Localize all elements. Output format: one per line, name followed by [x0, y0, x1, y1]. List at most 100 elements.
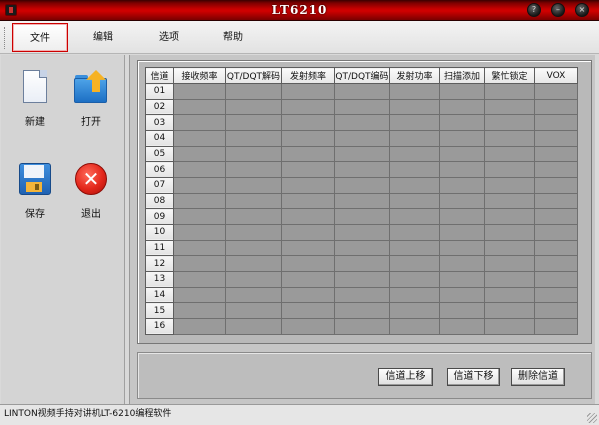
open-button[interactable]: 打开	[66, 70, 116, 128]
grid-cell[interactable]	[334, 114, 390, 131]
delete-channel-button[interactable]: 删除信道	[511, 368, 565, 386]
grid-cell[interactable]	[389, 286, 440, 304]
grid-cell[interactable]	[173, 192, 226, 210]
grid-cell[interactable]	[334, 145, 390, 163]
grid-cell[interactable]	[484, 98, 535, 116]
grid-cell[interactable]	[439, 302, 485, 319]
grid-cell[interactable]	[484, 192, 535, 210]
grid-cell[interactable]	[534, 302, 578, 319]
grid-cell[interactable]	[281, 129, 335, 147]
grid-cell[interactable]	[534, 317, 578, 335]
row-header[interactable]: 13	[145, 270, 174, 288]
grid-cell[interactable]	[225, 83, 282, 100]
grid-cell[interactable]	[534, 161, 578, 178]
grid-cell[interactable]	[281, 317, 335, 335]
grid-cell[interactable]	[389, 114, 440, 131]
row-header[interactable]: 16	[145, 317, 174, 335]
grid-cell[interactable]	[439, 83, 485, 100]
grid-cell[interactable]	[484, 302, 535, 319]
grid-cell[interactable]	[534, 83, 578, 100]
grid-cell[interactable]	[334, 98, 390, 116]
grid-cell[interactable]	[173, 83, 226, 100]
row-header[interactable]: 05	[145, 145, 174, 163]
grid-cell[interactable]	[534, 208, 578, 225]
grid-cell[interactable]	[389, 239, 440, 257]
grid-cell[interactable]	[334, 223, 390, 241]
grid-cell[interactable]	[534, 223, 578, 241]
grid-cell[interactable]	[334, 239, 390, 257]
grid-cell[interactable]	[484, 161, 535, 178]
grid-cell[interactable]	[334, 255, 390, 272]
grid-cell[interactable]	[173, 302, 226, 319]
col-header-channel[interactable]: 信道	[145, 67, 174, 84]
grid-cell[interactable]	[281, 176, 335, 194]
grid-cell[interactable]	[439, 98, 485, 116]
grid-cell[interactable]	[439, 239, 485, 257]
row-header[interactable]: 03	[145, 114, 174, 131]
save-button[interactable]: 保存	[10, 162, 60, 220]
grid-cell[interactable]	[484, 208, 535, 225]
grid-cell[interactable]	[389, 255, 440, 272]
grid-cell[interactable]	[173, 161, 226, 178]
grid-cell[interactable]	[534, 98, 578, 116]
grid-cell[interactable]	[173, 286, 226, 304]
grid-cell[interactable]	[334, 270, 390, 288]
grid-cell[interactable]	[334, 129, 390, 147]
grid-cell[interactable]	[173, 129, 226, 147]
grid-cell[interactable]	[225, 145, 282, 163]
new-button[interactable]: 新建	[10, 70, 60, 128]
row-header[interactable]: 08	[145, 192, 174, 210]
grid-cell[interactable]	[534, 286, 578, 304]
grid-cell[interactable]	[173, 176, 226, 194]
grid-cell[interactable]	[389, 302, 440, 319]
grid-cell[interactable]	[484, 145, 535, 163]
menu-file[interactable]: 文件	[12, 23, 68, 52]
col-header-busy-lock[interactable]: 繁忙锁定	[484, 67, 535, 84]
grid-cell[interactable]	[439, 192, 485, 210]
col-header-qt-decode[interactable]: QT/DQT解码	[225, 67, 282, 84]
grid-cell[interactable]	[173, 223, 226, 241]
col-header-vox[interactable]: VOX	[534, 67, 578, 84]
grid-cell[interactable]	[484, 176, 535, 194]
row-header[interactable]: 09	[145, 208, 174, 225]
grid-cell[interactable]	[484, 286, 535, 304]
grid-cell[interactable]	[281, 255, 335, 272]
grid-cell[interactable]	[439, 176, 485, 194]
grid-cell[interactable]	[173, 317, 226, 335]
grid-cell[interactable]	[439, 114, 485, 131]
grid-cell[interactable]	[334, 208, 390, 225]
grid-cell[interactable]	[534, 176, 578, 194]
grid-cell[interactable]	[534, 114, 578, 131]
row-header[interactable]: 14	[145, 286, 174, 304]
close-window-button[interactable]: ×	[575, 3, 589, 17]
grid-cell[interactable]	[334, 192, 390, 210]
grid-cell[interactable]	[389, 161, 440, 178]
grid-cell[interactable]	[225, 161, 282, 178]
row-header[interactable]: 06	[145, 161, 174, 178]
grid-cell[interactable]	[439, 223, 485, 241]
channel-down-button[interactable]: 信道下移	[447, 368, 500, 386]
row-header[interactable]: 02	[145, 98, 174, 116]
grid-cell[interactable]	[439, 270, 485, 288]
grid-cell[interactable]	[534, 255, 578, 272]
grid-cell[interactable]	[173, 239, 226, 257]
col-header-qt-encode[interactable]: QT/DQT编码	[334, 67, 390, 84]
grid-cell[interactable]	[225, 286, 282, 304]
grid-cell[interactable]	[439, 145, 485, 163]
channel-up-button[interactable]: 信道上移	[378, 368, 433, 386]
grid-cell[interactable]	[484, 317, 535, 335]
grid-cell[interactable]	[389, 270, 440, 288]
grid-cell[interactable]	[281, 223, 335, 241]
grid-cell[interactable]	[389, 98, 440, 116]
grid-cell[interactable]	[225, 270, 282, 288]
menu-options[interactable]: 选项	[146, 23, 192, 52]
col-header-tx-power[interactable]: 发射功率	[389, 67, 440, 84]
grid-cell[interactable]	[281, 192, 335, 210]
row-header[interactable]: 11	[145, 239, 174, 257]
grid-cell[interactable]	[484, 83, 535, 100]
grid-cell[interactable]	[281, 114, 335, 131]
grid-cell[interactable]	[173, 145, 226, 163]
grid-cell[interactable]	[281, 302, 335, 319]
col-header-tx-freq[interactable]: 发射频率	[281, 67, 335, 84]
help-window-button[interactable]: ?	[527, 3, 541, 17]
